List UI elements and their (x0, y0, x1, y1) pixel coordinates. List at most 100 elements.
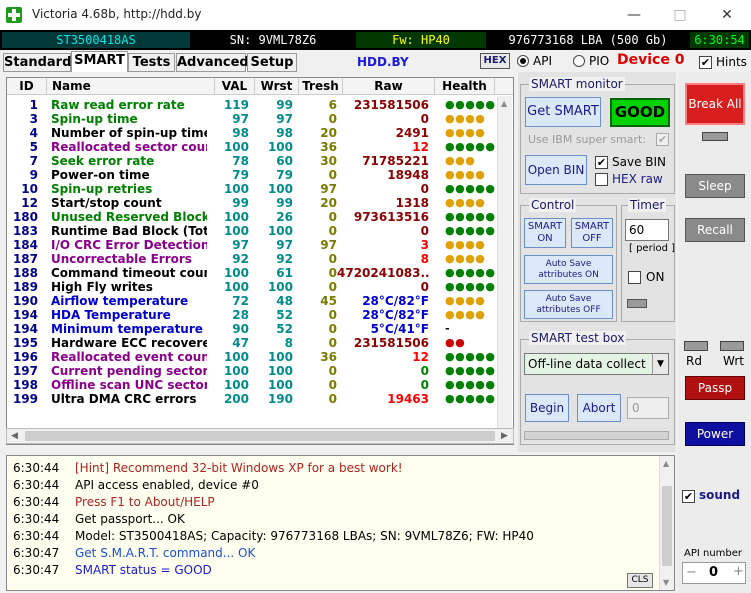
table-row[interactable]: 195 Hardware ECC recovered 47 8 0 231581506 ●● (7, 336, 513, 350)
sound-checkbox[interactable]: ✔ (682, 490, 695, 503)
decrement-icon[interactable]: − (686, 565, 697, 580)
recall-button[interactable]: Recall (685, 218, 745, 242)
smart-on-button[interactable]: SMART ON (524, 218, 566, 248)
smart-off-button[interactable]: SMART OFF (571, 218, 613, 248)
api-number-spinner[interactable]: − 0 + (682, 562, 746, 584)
table-row[interactable]: 198 Offline scan UNC sectors 100 100 0 0 ●●●●● (7, 378, 513, 392)
table-row[interactable]: 10 Spin-up retries 100 100 97 0 ●●●●● (7, 182, 513, 196)
table-row[interactable]: 180 Unused Reserved Block C... 100 26 0 97361… (7, 210, 513, 224)
increment-icon[interactable]: + (733, 564, 744, 579)
col-health[interactable]: Health (435, 78, 495, 95)
attr-val: 98 (232, 126, 249, 140)
table-row[interactable]: 194 Minimum temperature 90 52 0 5°C/41°F - (7, 322, 513, 336)
table-hscrollbar[interactable]: ◀ ▶ (6, 428, 514, 444)
hints-checkbox[interactable]: ✔ (699, 56, 712, 69)
table-row[interactable]: 188 Command timeout count 100 61 0 4720241083… (7, 266, 513, 280)
open-bin-button[interactable]: Open BIN (525, 155, 587, 185)
hscroll-thumb[interactable] (25, 431, 495, 441)
attr-id: 3 (29, 112, 38, 126)
rd-label: Rd (686, 354, 702, 368)
break-all-button[interactable]: Break All (685, 83, 745, 125)
log-scrollbar[interactable]: ▲ ▼ (659, 456, 674, 590)
tab-setup[interactable]: Setup (247, 53, 297, 72)
table-row[interactable]: 183 Runtime Bad Block (Total) 100 100 0 0 ●●●●… (7, 224, 513, 238)
smart-test-value[interactable]: 0 (627, 397, 669, 419)
begin-button[interactable]: Begin (525, 394, 569, 422)
autosave-off-button[interactable]: Auto Save attributes OFF (524, 290, 613, 319)
ibm-super-smart-checkbox[interactable]: ✔ (656, 133, 669, 146)
attr-worst: 26 (276, 210, 293, 224)
drive-model: ST3500418AS (2, 32, 190, 48)
scroll-right-icon[interactable]: ▶ (501, 431, 508, 441)
chevron-down-icon[interactable]: ▼ (652, 354, 668, 374)
hdd-by-link[interactable]: HDD.BY (357, 55, 409, 69)
table-row[interactable]: 196 Reallocated event count 100 100 36 12 ●●●●… (7, 350, 513, 364)
abort-button[interactable]: Abort (577, 394, 621, 422)
pio-radio[interactable] (573, 55, 585, 67)
maximize-button[interactable]: □ (657, 0, 703, 30)
autosave-on-button[interactable]: Auto Save attributes ON (524, 255, 613, 284)
col-val[interactable]: VAL (215, 78, 255, 95)
attr-threshold: 0 (328, 112, 337, 126)
col-wrst[interactable]: Wrst (255, 78, 299, 95)
tab-advanced[interactable]: Advanced (176, 53, 249, 72)
attr-name: Reallocated sector count (51, 140, 207, 154)
table-row[interactable]: 189 High Fly writes 100 100 0 0 ●●●●● (7, 280, 513, 294)
close-button[interactable]: ✕ (704, 0, 750, 30)
tab-tests[interactable]: Tests (128, 53, 175, 72)
attr-health: ●● (445, 336, 466, 349)
table-row[interactable]: 194 HDA Temperature 28 52 0 28°C/82°F ●●●● (7, 308, 513, 322)
table-row[interactable]: 4 Number of spin-up times 98 98 20 2491 ●●●● (7, 126, 513, 140)
table-scrollbar[interactable]: ▲ ▼ (497, 96, 512, 444)
attr-id: 10 (21, 182, 38, 196)
timer-on-checkbox[interactable] (628, 271, 641, 284)
get-smart-button[interactable]: Get SMART (525, 97, 601, 127)
col-name[interactable]: Name (47, 78, 215, 95)
power-button[interactable]: Power (685, 422, 745, 446)
table-row[interactable]: 9 Power-on time 79 79 0 18948 ●●●● (7, 168, 513, 182)
attr-health: ●●●●● (445, 182, 496, 195)
attr-threshold: 0 (328, 252, 337, 266)
col-id[interactable]: ID (7, 78, 47, 95)
passp-button[interactable]: Passp (685, 376, 745, 400)
tab-standard[interactable]: Standard (3, 53, 71, 72)
attr-raw: 5°C/41°F (370, 322, 429, 336)
device-label[interactable]: Device 0 (617, 52, 684, 68)
timer-input[interactable]: 60 (625, 219, 669, 241)
table-row[interactable]: 197 Current pending sectors 100 100 0 0 ●●●●● (7, 364, 513, 378)
table-row[interactable]: 3 Spin-up time 97 97 0 0 ●●●● (7, 112, 513, 126)
col-tresh[interactable]: Tresh (299, 78, 343, 95)
save-bin-checkbox[interactable]: ✔ (595, 156, 608, 169)
log-time: 6:30:44 (13, 478, 60, 492)
attr-worst: 100 (267, 350, 293, 364)
table-row[interactable]: 187 Uncorrectable Errors 92 92 0 8 ●●●● (7, 252, 513, 266)
smart-test-select[interactable]: Off-line data collect ▼ (524, 353, 669, 375)
log-scroll-thumb[interactable] (662, 486, 672, 566)
attr-raw: 8 (420, 252, 429, 266)
attr-val: 100 (223, 210, 249, 224)
log-scroll-down-icon[interactable]: ▼ (663, 578, 669, 587)
attr-val: 28 (232, 308, 249, 322)
timer-title: Timer (628, 198, 667, 212)
scroll-left-icon[interactable]: ◀ (11, 431, 18, 441)
attr-threshold: 20 (320, 196, 337, 210)
log-scroll-up-icon[interactable]: ▲ (663, 459, 669, 468)
cls-button[interactable]: CLS (627, 573, 653, 588)
hex-button[interactable]: HEX (480, 53, 510, 69)
attr-id: 12 (21, 196, 38, 210)
table-row[interactable]: 12 Start/stop count 99 99 20 1318 ●●●● (7, 196, 513, 210)
table-row[interactable]: 190 Airflow temperature 72 48 45 28°C/82°F ●●●… (7, 294, 513, 308)
api-radio[interactable] (517, 55, 529, 67)
sleep-button[interactable]: Sleep (685, 174, 745, 198)
col-raw[interactable]: Raw (343, 78, 435, 95)
minimize-button[interactable]: — (611, 0, 657, 30)
hex-raw-checkbox[interactable] (595, 173, 608, 186)
attr-id: 194 (12, 322, 38, 336)
table-row[interactable]: 1 Raw read error rate 119 99 6 231581506 ●●●●● (7, 98, 513, 112)
table-row[interactable]: 5 Reallocated sector count 100 100 36 12 ●●●●● (7, 140, 513, 154)
table-row[interactable]: 184 I/O CRC Error Detection C... 97 97 97 3 ●●… (7, 238, 513, 252)
tab-smart[interactable]: SMART (71, 51, 128, 72)
table-row[interactable]: 199 Ultra DMA CRC errors 200 190 0 19463 ●●●●● (7, 392, 513, 406)
table-row[interactable]: 7 Seek error rate 78 60 30 71785221 ●●● (7, 154, 513, 168)
scroll-up-icon[interactable]: ▲ (501, 99, 507, 108)
